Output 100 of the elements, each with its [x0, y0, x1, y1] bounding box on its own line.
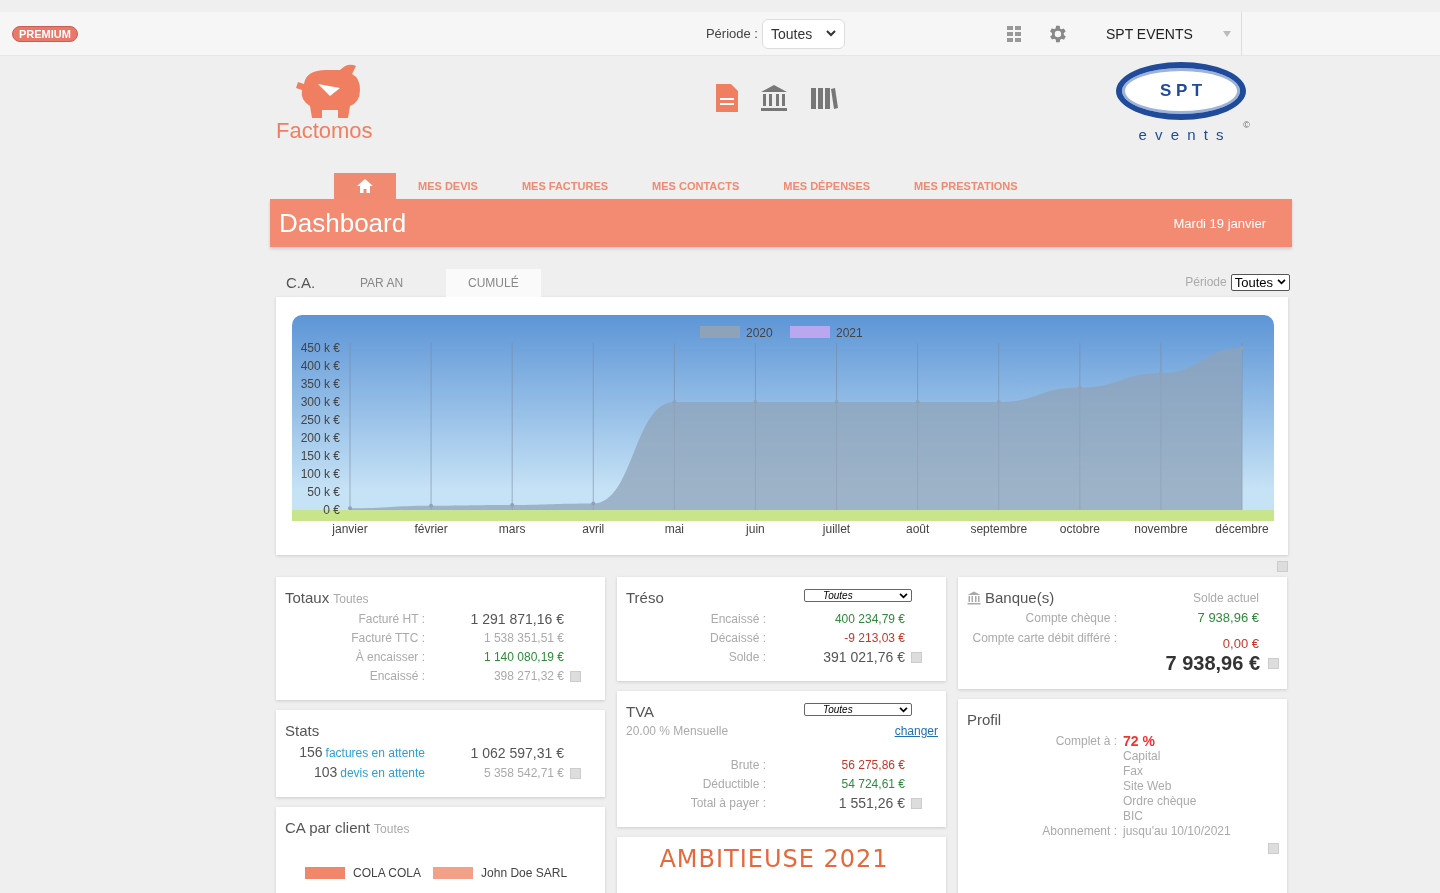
axis-label: août [905, 522, 930, 536]
current-date: Mardi 19 janvier [1173, 215, 1266, 231]
axis-label: 100 k € [300, 467, 340, 481]
account-label: Compte carte débit différé : [971, 630, 1117, 647]
period-select[interactable]: Toutes [1230, 273, 1290, 291]
client-logo-subtitle: e v e n t s [1138, 126, 1224, 143]
card-title: CA par client [285, 819, 371, 836]
nav-tab[interactable]: MES PRESTATIONS [892, 173, 1040, 199]
legend-label: 2021 [836, 326, 863, 340]
axis-label: 450 k € [300, 341, 340, 355]
square-icon[interactable] [570, 671, 581, 682]
filter-label: Toutes [374, 822, 410, 836]
company-select[interactable]: SPT EVENTS [1081, 12, 1242, 55]
binders-icon[interactable] [810, 86, 838, 110]
stats-link[interactable]: devis en attente [340, 766, 425, 780]
filter-select[interactable]: Toutes [804, 589, 912, 602]
change-link[interactable]: changer [894, 724, 938, 738]
nav-tab[interactable]: MES CONTACTS [630, 173, 762, 199]
axis-label: septembre [970, 522, 1028, 536]
square-icon[interactable] [1268, 843, 1279, 854]
grid-icon[interactable] [1005, 24, 1022, 43]
caret-icon [1222, 30, 1231, 37]
bank-icon[interactable] [760, 84, 788, 112]
axis-label: 250 k € [300, 413, 340, 427]
amount: 5 358 542,71 € [482, 764, 564, 782]
filter-select[interactable]: Toutes [804, 703, 912, 716]
axis-label: juillet [822, 522, 851, 536]
nav-tab[interactable]: MES DÉPENSES [761, 173, 893, 199]
chart-tab[interactable]: CUMULÉ [446, 269, 541, 297]
missing-field: Capital [1123, 749, 1161, 764]
axis-label: 200 k € [300, 431, 340, 445]
square-icon[interactable] [911, 652, 922, 663]
square-icon[interactable] [911, 798, 922, 809]
goal-title: AMBITIEUSE 2021 [659, 845, 889, 873]
axis-label: 350 k € [300, 377, 340, 391]
row-label: Encaissé : [709, 611, 766, 628]
data-point [915, 400, 920, 404]
card-title: TVA [626, 703, 655, 720]
count: 156 [299, 744, 323, 760]
axis-label: mars [498, 522, 526, 536]
axis-label: février [414, 522, 448, 536]
row-label: Complet à : [1054, 734, 1117, 749]
stats-link[interactable]: factures en attente [325, 746, 425, 760]
row-label: Décaissé : [708, 630, 766, 647]
square-icon[interactable] [570, 767, 581, 779]
card-title: Stats [285, 722, 320, 739]
missing-field: Site Web [1123, 779, 1172, 794]
caret-icon [899, 592, 908, 599]
period-label: Période [1185, 275, 1227, 289]
home-tab[interactable] [334, 173, 396, 199]
amount: 1 062 597,31 € [469, 743, 564, 763]
amount: 1 291 871,16 € [469, 610, 564, 629]
amount: 400 234,79 € [833, 611, 905, 628]
nav-tab[interactable]: MES FACTURES [499, 173, 631, 199]
square-icon[interactable] [1277, 560, 1288, 572]
account-label: Compte chèque : [1024, 610, 1117, 627]
completion-value: 72 % [1123, 734, 1155, 749]
amount: 0,00 € [1221, 635, 1259, 653]
row-label: Solde : [727, 649, 766, 666]
card-title: Totaux [285, 589, 330, 606]
row-label: Facturé HT : [357, 611, 425, 628]
period-select[interactable]: Toutes [762, 18, 846, 49]
column-header: Solde actuel [1192, 590, 1259, 605]
data-point [429, 503, 434, 508]
axis-label: 400 k € [300, 359, 340, 373]
axis-label: 50 k € [307, 485, 340, 499]
axis-label: juin [746, 522, 765, 536]
data-point [1077, 385, 1082, 390]
amount: 54 724,61 € [840, 776, 905, 793]
card-title: Tréso [626, 589, 664, 606]
axis-label: 150 k € [300, 449, 340, 463]
data-point [510, 502, 515, 507]
data-point [591, 501, 596, 506]
client-logo-ring: S P T [1116, 62, 1246, 120]
chart-tab[interactable]: PAR AN [360, 269, 446, 297]
amount: 391 021,76 € [822, 648, 905, 667]
amount: 7 938,96 € [1196, 609, 1259, 627]
missing-field: BIC [1123, 809, 1143, 824]
card-title: Banque(s) [985, 589, 1055, 606]
legend-label: John Doe SARL [481, 866, 568, 880]
amount: 1 140 080,19 € [482, 649, 564, 666]
period-label: Période : [705, 26, 758, 41]
amount: 56 275,86 € [840, 757, 905, 774]
count: 103 [313, 764, 338, 780]
data-point [1158, 371, 1163, 376]
brand-name: Factomos [276, 118, 373, 144]
missing-field: Fax [1123, 764, 1143, 779]
document-icon[interactable] [716, 84, 738, 112]
total-amount: 7 938,96 € [1165, 652, 1260, 675]
legend-swatch [790, 326, 830, 338]
legend-swatch [700, 326, 740, 338]
filter-label: Toutes [333, 592, 369, 606]
square-icon[interactable] [1268, 658, 1279, 669]
amount: -9 213,03 € [843, 630, 905, 647]
data-point [672, 400, 677, 404]
row-label: Facturé TTC : [350, 630, 425, 647]
data-point [834, 400, 839, 404]
nav-tab[interactable]: MES DEVIS [396, 173, 500, 199]
data-point [996, 400, 1001, 404]
axis-label: 300 k € [300, 395, 340, 409]
